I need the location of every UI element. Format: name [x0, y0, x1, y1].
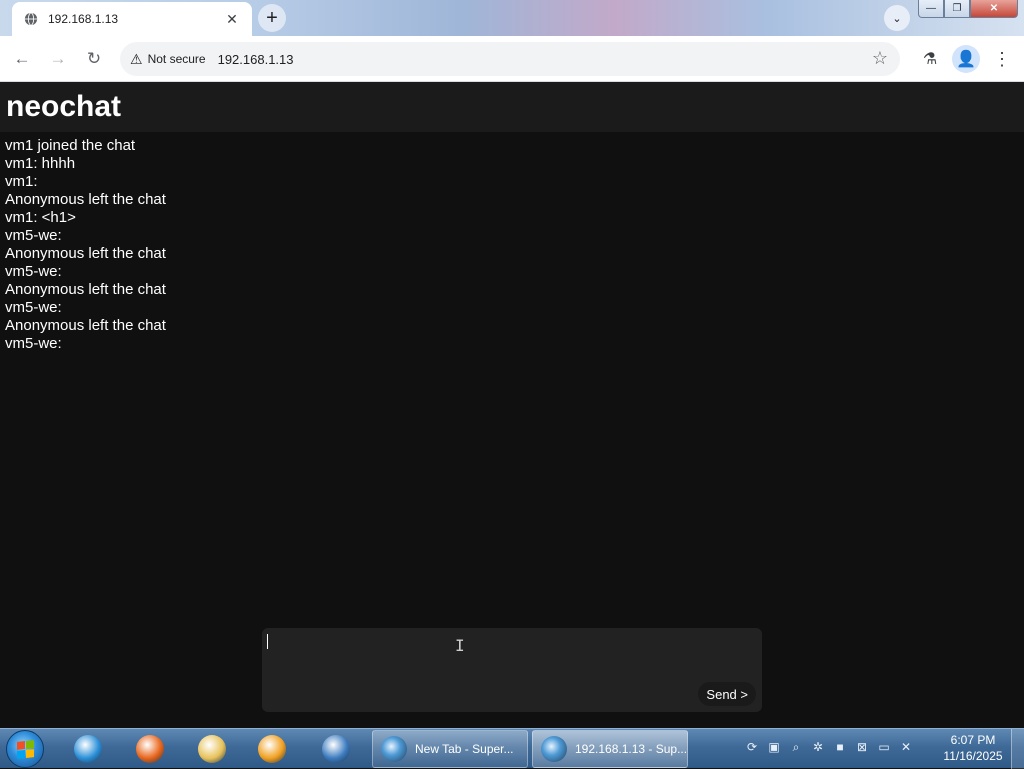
window-controls: — ❐ ✕: [918, 0, 1018, 18]
tab-title: 192.168.1.13: [48, 12, 119, 26]
app-title: neochat: [6, 90, 122, 123]
search-tray-icon[interactable]: ⌕: [788, 739, 804, 755]
address-bar[interactable]: ⚠ Not secure 192.168.1.13 ☆: [120, 42, 900, 76]
pinned-app[interactable]: [66, 731, 110, 767]
chat-message: vm1: hhhh: [5, 155, 76, 172]
compose-box: I Send >: [262, 628, 762, 712]
chat-message: vm5-we:: [5, 299, 66, 316]
new-tab-button[interactable]: +: [258, 4, 286, 32]
chat-page: neochat vm1 joined the chat vm1: hhhh vm1:…: [0, 82, 1024, 728]
pinned-app[interactable]: [128, 731, 172, 767]
internet-explorer-icon: [74, 735, 102, 763]
network-monitor-icon[interactable]: ▣: [766, 739, 782, 755]
labs-flask-icon[interactable]: ⚗: [916, 45, 944, 73]
pinned-app[interactable]: [250, 731, 294, 767]
security-indicator[interactable]: ⚠ Not secure: [130, 51, 218, 68]
chat-message: Anonymous left the chat: [5, 191, 166, 208]
ibeam-cursor-icon: I: [455, 636, 465, 655]
send-button[interactable]: Send >: [698, 682, 756, 706]
chrome-browser-icon: [322, 735, 350, 763]
display-icon[interactable]: ▭: [876, 739, 892, 755]
restore-button[interactable]: ❐: [944, 0, 970, 18]
settings-gear-icon[interactable]: ✲: [810, 739, 826, 755]
bookmark-star-icon[interactable]: ☆: [872, 48, 888, 69]
chat-message: vm5-we:: [5, 227, 66, 244]
start-button[interactable]: [6, 730, 44, 768]
media-player-icon: [258, 735, 286, 763]
close-window-button[interactable]: ✕: [970, 0, 1018, 18]
taskbar-window-button[interactable]: New Tab - Super...: [372, 730, 528, 768]
file-explorer-icon: [198, 735, 226, 763]
url-text[interactable]: 192.168.1.13: [218, 52, 294, 67]
minimize-button[interactable]: —: [918, 0, 944, 18]
taskbar-window-label: New Tab - Super...: [415, 742, 514, 756]
windows-logo-icon: [16, 739, 34, 759]
message-list: vm1 joined the chat vm1: hhhh vm1: Anonymo…: [0, 132, 1024, 358]
taskbar-window-label: 192.168.1.13 - Sup...: [575, 742, 687, 756]
security-label: Not secure: [147, 52, 206, 66]
nvidia-icon[interactable]: ■: [832, 739, 848, 755]
network-error-icon[interactable]: ⊠: [854, 739, 870, 755]
reload-button[interactable]: ↻: [80, 45, 108, 73]
tab-search-button[interactable]: ⌄: [884, 5, 910, 31]
chat-message: vm5-we:: [5, 263, 66, 280]
taskbar-window-button[interactable]: 192.168.1.13 - Sup...: [532, 730, 688, 768]
chat-message: Anonymous left the chat: [5, 281, 166, 298]
chat-message: vm1:: [5, 173, 42, 190]
chat-message: vm1 joined the chat: [5, 137, 136, 154]
forward-button[interactable]: →: [44, 45, 72, 73]
system-tray: ⟳ ▣ ⌕ ✲ ■ ⊠ ▭ ✕: [744, 739, 914, 755]
clock-date: 11/16/2025: [943, 749, 1003, 763]
chat-message: vm1: <h1>: [5, 209, 76, 226]
windows-taskbar: New Tab - Super... 192.168.1.13 - Sup... …: [0, 728, 1024, 769]
pinned-app[interactable]: [190, 731, 234, 767]
clock-time: 6:07 PM: [950, 733, 996, 747]
pinned-app[interactable]: [314, 731, 358, 767]
menu-kebab-icon[interactable]: ⋮: [988, 45, 1016, 73]
chat-message: vm5-we:: [5, 335, 66, 352]
chat-message: Anonymous left the chat: [5, 245, 166, 262]
app-header: neochat: [0, 82, 1024, 132]
browser-toolbar: ← → ↻ ⚠ Not secure 192.168.1.13 ☆ ⚗ 👤 ⋮: [0, 36, 1024, 82]
browser-tab-active[interactable]: 192.168.1.13 ✕: [12, 2, 252, 36]
firefox-icon: [136, 735, 164, 763]
browser-app-icon: [541, 736, 567, 762]
message-input[interactable]: [266, 632, 700, 710]
text-caret: [267, 634, 268, 649]
globe-icon: [24, 12, 38, 26]
browser-titlebar: 192.168.1.13 ✕ + ⌄ — ❐ ✕: [0, 0, 1024, 36]
taskbar-clock[interactable]: 6:07 PM 11/16/2025: [938, 732, 1008, 764]
warning-triangle-icon: ⚠: [130, 50, 143, 67]
chat-message: Anonymous left the chat: [5, 317, 166, 334]
volume-muted-icon[interactable]: ✕: [898, 739, 914, 755]
profile-avatar-icon[interactable]: 👤: [952, 45, 980, 73]
sync-icon[interactable]: ⟳: [744, 739, 760, 755]
show-desktop-button[interactable]: [1011, 729, 1024, 769]
close-tab-icon[interactable]: ✕: [224, 11, 240, 28]
browser-app-icon: [381, 736, 407, 762]
back-button[interactable]: ←: [8, 45, 36, 73]
